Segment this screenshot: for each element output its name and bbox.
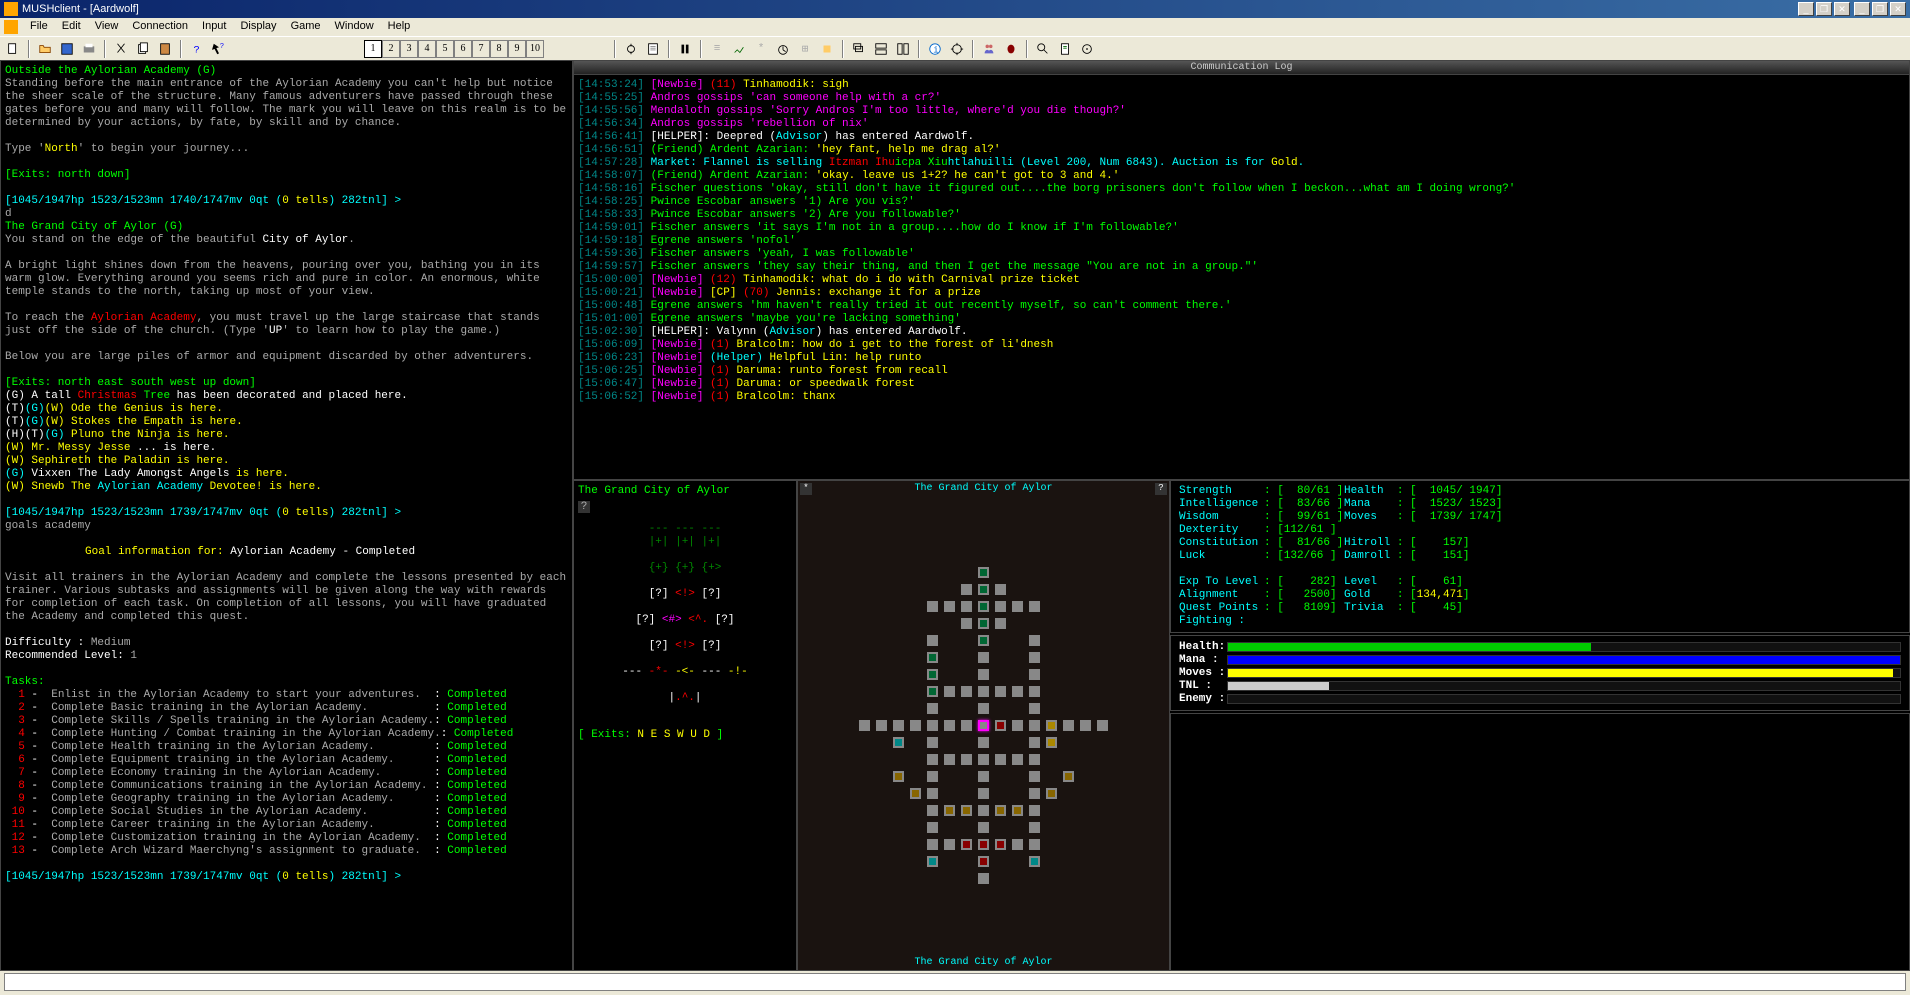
toolbar: ? ? 1 2 3 4 5 6 7 8 9 10 ≡ * ⊞ i (0, 36, 1910, 60)
triggers-icon[interactable]: * (752, 40, 770, 58)
tile-v-icon[interactable] (894, 40, 912, 58)
tab-3[interactable]: 3 (400, 40, 418, 58)
room-desc: Standing before the main entrance of the… (5, 78, 568, 130)
tab-8[interactable]: 8 (490, 40, 508, 58)
prompt: [1045/1947hp 1523/1523mn 1739/1747mv 0qt… (5, 507, 568, 520)
find-icon[interactable] (1034, 40, 1052, 58)
menu-window[interactable]: Window (329, 20, 380, 34)
tnl-bar: TNL : (1179, 680, 1901, 692)
stats-pane: Strength : [ 80/61 ]Health : [ 1045/ 194… (1170, 480, 1910, 971)
timers-icon[interactable] (730, 40, 748, 58)
minimize-button[interactable]: _ (1854, 2, 1870, 16)
save-icon[interactable] (58, 40, 76, 58)
exits: [Exits: north east south west up down] (5, 377, 568, 390)
main-output[interactable]: Outside the Aylorian Academy (G) Standin… (0, 60, 573, 971)
menu-input[interactable]: Input (196, 20, 232, 34)
mini-map-text[interactable]: The Grand City of Aylor ? --- --- --- |+… (573, 480, 797, 971)
connect-icon[interactable] (622, 40, 640, 58)
print-icon[interactable] (80, 40, 98, 58)
info-icon[interactable]: i (926, 40, 944, 58)
menu-display[interactable]: Display (234, 20, 282, 34)
world-tabs: 1 2 3 4 5 6 7 8 9 10 (364, 40, 544, 58)
comm-header: Communication Log (574, 61, 1909, 75)
copy-icon[interactable] (134, 40, 152, 58)
input-echo: d (5, 208, 568, 221)
help-icon[interactable]: ? (578, 501, 590, 513)
tab-6[interactable]: 6 (454, 40, 472, 58)
titlebar: MUSHclient - [Aardwolf] _ ❐ ✕ _ ❐ ✕ (0, 0, 1910, 18)
bars-box: Health: Mana : Moves : TNL : Enemy : (1170, 635, 1910, 711)
window-title: MUSHclient - [Aardwolf] (22, 3, 139, 15)
svg-text:?: ? (194, 44, 200, 56)
mdi-close-button[interactable]: ✕ (1834, 2, 1850, 16)
cascade-icon[interactable] (850, 40, 868, 58)
stats-box: Strength : [ 80/61 ]Health : [ 1045/ 194… (1170, 480, 1910, 633)
room-title: Outside the Aylorian Academy (G) (5, 65, 568, 78)
mdi-restore-button[interactable]: ❐ (1816, 2, 1832, 16)
menu-view[interactable]: View (89, 20, 125, 34)
communication-log[interactable]: Communication Log [14:53:24] [Newbie] (1… (573, 60, 1910, 480)
svg-text:i: i (933, 45, 938, 55)
plugins-icon[interactable] (818, 40, 836, 58)
menu-help[interactable]: Help (382, 20, 417, 34)
paste-icon[interactable] (156, 40, 174, 58)
context-help-icon[interactable]: ? (210, 40, 228, 58)
run-icon[interactable] (1078, 40, 1096, 58)
tab-1[interactable]: 1 (364, 40, 382, 58)
task-list: 1 - Enlist in the Aylorian Academy to st… (5, 689, 568, 858)
notepad-icon[interactable] (644, 40, 662, 58)
map-help-icon[interactable]: ? (1155, 483, 1167, 495)
tab-2[interactable]: 2 (382, 40, 400, 58)
window-controls: _ ❐ ✕ (1854, 2, 1906, 16)
tile-h-icon[interactable] (872, 40, 890, 58)
menu-connection[interactable]: Connection (126, 20, 194, 34)
prompt: [1045/1947hp 1523/1523mn 1740/1747mv 0qt… (5, 195, 568, 208)
menu-edit[interactable]: Edit (56, 20, 87, 34)
room-title: The Grand City of Aylor (G) (5, 221, 568, 234)
help-icon[interactable]: ? (188, 40, 206, 58)
command-input[interactable] (4, 973, 1906, 991)
exits: [Exits: north down] (5, 169, 568, 182)
restore-button[interactable]: ❐ (1872, 2, 1888, 16)
command-input-bar (0, 971, 1910, 995)
scripts-icon[interactable] (1056, 40, 1074, 58)
moves-bar: Moves : (1179, 667, 1901, 679)
world-icon (4, 20, 18, 34)
tab-4[interactable]: 4 (418, 40, 436, 58)
menu-file[interactable]: File (24, 20, 54, 34)
aliases-icon[interactable]: ≡ (708, 40, 726, 58)
config-icon[interactable] (948, 40, 966, 58)
close-button[interactable]: ✕ (1890, 2, 1906, 16)
prompt: [1045/1947hp 1523/1523mn 1739/1747mv 0qt… (5, 871, 568, 884)
mdi-window-controls: _ ❐ ✕ (1798, 2, 1850, 16)
cut-icon[interactable] (112, 40, 130, 58)
tab-5[interactable]: 5 (436, 40, 454, 58)
pause-icon[interactable] (676, 40, 694, 58)
map-title: The Grand City of Aylor (798, 483, 1169, 494)
menu-game[interactable]: Game (285, 20, 327, 34)
menubar: File Edit View Connection Input Display … (0, 18, 1910, 36)
blank-panel (1170, 713, 1910, 971)
new-icon[interactable] (4, 40, 22, 58)
enemy-bar: Enemy : (1179, 693, 1901, 705)
comm-body: [14:53:24] [Newbie] (11) Tinhamodik: sig… (574, 75, 1909, 408)
timer-icon[interactable] (774, 40, 792, 58)
debug-icon[interactable] (1002, 40, 1020, 58)
mana-bar: Mana : (1179, 654, 1901, 666)
open-icon[interactable] (36, 40, 54, 58)
input-echo: goals academy (5, 520, 568, 533)
variables-icon[interactable]: ⊞ (796, 40, 814, 58)
tab-7[interactable]: 7 (472, 40, 490, 58)
graphical-map[interactable]: * The Grand City of Aylor ? The Grand Ci… (797, 480, 1170, 971)
map-footer: The Grand City of Aylor (798, 957, 1169, 968)
tab-9[interactable]: 9 (508, 40, 526, 58)
app-icon (4, 2, 18, 16)
health-bar: Health: (1179, 641, 1901, 653)
tab-10[interactable]: 10 (526, 40, 544, 58)
users-icon[interactable] (980, 40, 998, 58)
exits-line: [ Exits: N E S W U D ] (578, 729, 792, 741)
mdi-minimize-button[interactable]: _ (1798, 2, 1814, 16)
svg-text:?: ? (220, 43, 224, 51)
